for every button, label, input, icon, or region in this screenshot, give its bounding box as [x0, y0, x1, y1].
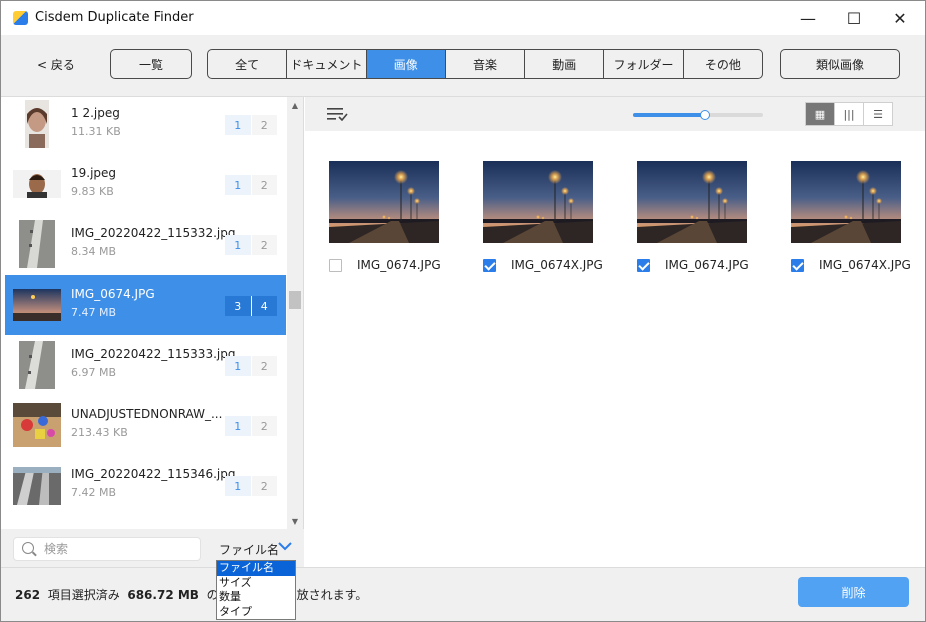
status-bar: 262 項目選択済み 686.72 MB のスト放されます。 削除 — [1, 567, 925, 621]
scroll-down-arrow-icon[interactable]: ▼ — [287, 513, 303, 529]
preview-pane: ▦ ||| ☰ IMG_0674.JPG IMG_0674X.JPG IMG_0… — [305, 97, 925, 567]
view-mode-switch: ▦ ||| ☰ — [805, 102, 893, 126]
search-input[interactable] — [44, 541, 194, 557]
tab-documents[interactable]: ドキュメント — [287, 50, 367, 78]
zoom-slider-fill — [633, 113, 705, 117]
preview-card[interactable]: IMG_0674X.JPG — [483, 161, 623, 281]
thumbnail-image — [13, 289, 61, 321]
file-size: 6.97 MB — [71, 366, 117, 379]
duplicate-count-badge: 12 — [225, 175, 277, 195]
preview-file-name: IMG_0674X.JPG — [511, 258, 603, 272]
tab-all[interactable]: 全て — [208, 50, 288, 78]
filmstrip-view-button[interactable]: ||| — [835, 103, 864, 125]
file-name: UNADJUSTEDNONRAW_... — [71, 407, 223, 421]
thumbnail-image — [19, 341, 55, 389]
duplicate-count-badge: 12 — [225, 115, 277, 135]
preview-image — [791, 161, 901, 243]
preview-card[interactable]: IMG_0674.JPG — [637, 161, 777, 281]
preview-card[interactable]: IMG_0674.JPG — [329, 161, 469, 281]
tab-others[interactable]: その他 — [684, 50, 762, 78]
preview-file-name: IMG_0674.JPG — [665, 258, 749, 272]
sort-selected-value: ファイル名 — [219, 543, 280, 557]
search-box[interactable] — [13, 537, 201, 561]
sort-select[interactable]: ファイル名 — [216, 539, 296, 559]
sort-dropdown-menu: ファイル名 サイズ 数量 タイプ — [216, 560, 296, 620]
preview-card[interactable]: IMG_0674X.JPG — [791, 161, 926, 281]
select-checkbox[interactable] — [483, 259, 496, 272]
preview-image — [483, 161, 593, 243]
list-view-button[interactable]: ☰ — [864, 103, 892, 125]
preview-file-name: IMG_0674X.JPG — [819, 258, 911, 272]
tab-images[interactable]: 画像 — [366, 50, 446, 78]
file-size: 213.43 KB — [71, 426, 128, 439]
list-item[interactable]: IMG_20220422_115333.jpg 6.97 MB 12 — [5, 335, 286, 395]
window-title: Cisdem Duplicate Finder — [35, 10, 194, 25]
file-size: 7.47 MB — [71, 306, 117, 319]
tab-folders[interactable]: フォルダー — [604, 50, 684, 78]
zoom-slider[interactable] — [633, 110, 763, 120]
list-item[interactable]: 19.jpeg 9.83 KB 12 — [5, 154, 286, 214]
duplicate-count-badge: 12 — [225, 235, 277, 255]
duplicate-count-badge: 12 — [225, 356, 277, 376]
file-name: IMG_20220422_115332.jpg — [71, 226, 236, 240]
list-item[interactable]: 1 2.jpeg 11.31 KB 12 — [5, 94, 286, 154]
search-icon — [22, 542, 34, 554]
thumbnail-image — [19, 220, 55, 268]
file-list: 1 2.jpeg 11.31 KB 12 19.jpeg 9.83 KB 12 … — [1, 97, 304, 529]
thumbnail-image — [13, 403, 61, 447]
scroll-up-arrow-icon[interactable]: ▲ — [287, 97, 303, 113]
list-item[interactable]: IMG_20220422_115332.jpg 8.34 MB 12 — [5, 214, 286, 274]
zoom-slider-knob[interactable] — [700, 110, 710, 120]
title-bar: Cisdem Duplicate Finder — ☐ ✕ — [1, 1, 925, 35]
selection-summary: 262 項目選択済み 686.72 MB のスト放されます。 — [15, 588, 368, 602]
preview-file-name: IMG_0674.JPG — [357, 258, 441, 272]
thumbnail-image — [13, 170, 61, 198]
duplicate-count-badge: 34 — [225, 296, 277, 316]
chevron-down-icon — [278, 542, 292, 551]
grid-view-button[interactable]: ▦ — [806, 103, 835, 125]
tab-music[interactable]: 音楽 — [446, 50, 526, 78]
file-name: IMG_0674.JPG — [71, 287, 155, 301]
category-tabs: 全て ドキュメント 画像 音楽 動画 フォルダー その他 — [207, 49, 763, 79]
select-checkbox[interactable] — [791, 259, 804, 272]
scrollbar-thumb[interactable] — [289, 291, 301, 309]
file-name: 19.jpeg — [71, 166, 117, 180]
select-checkbox[interactable] — [329, 259, 342, 272]
preview-image — [329, 161, 439, 243]
file-size: 11.31 KB — [71, 125, 121, 138]
thumbnail-image — [13, 467, 61, 505]
thumbnail-image — [25, 100, 49, 148]
sort-option-type[interactable]: タイプ — [217, 605, 295, 620]
list-item[interactable]: UNADJUSTEDNONRAW_... 213.43 KB 12 — [5, 395, 286, 455]
file-name: 1 2.jpeg — [71, 106, 120, 120]
file-size: 9.83 KB — [71, 185, 114, 198]
app-window: Cisdem Duplicate Finder — ☐ ✕ < 戻る 一覧 全て… — [0, 0, 926, 622]
duplicate-count-badge: 12 — [225, 416, 277, 436]
sort-option-count[interactable]: 数量 — [217, 590, 295, 605]
file-name: IMG_20220422_115333.jpg — [71, 347, 236, 361]
tab-videos[interactable]: 動画 — [525, 50, 605, 78]
preview-toolbar: ▦ ||| ☰ — [305, 97, 925, 131]
minimize-button[interactable]: — — [785, 1, 831, 35]
preview-image — [637, 161, 747, 243]
list-item[interactable]: IMG_20220422_115346.jpg 7.42 MB 12 — [5, 455, 286, 515]
duplicate-count-badge: 12 — [225, 476, 277, 496]
file-size: 8.34 MB — [71, 245, 117, 258]
select-checkbox[interactable] — [637, 259, 650, 272]
back-button[interactable]: < 戻る — [37, 56, 75, 73]
file-name: IMG_20220422_115346.jpg — [71, 467, 236, 481]
similar-images-button[interactable]: 類似画像 — [780, 49, 900, 79]
delete-button[interactable]: 削除 — [798, 577, 909, 607]
list-item-selected[interactable]: IMG_0674.JPG 7.47 MB 34 — [5, 275, 286, 335]
file-list-scrollbar[interactable]: ▲ ▼ — [287, 97, 303, 529]
app-logo-icon — [13, 11, 28, 25]
file-size: 7.42 MB — [71, 486, 117, 499]
maximize-button[interactable]: ☐ — [831, 1, 877, 35]
sort-option-size[interactable]: サイズ — [217, 576, 295, 591]
overview-button[interactable]: 一覧 — [110, 49, 192, 79]
sort-options-icon[interactable] — [327, 107, 349, 121]
sort-option-filename[interactable]: ファイル名 — [217, 561, 295, 576]
toolbar: < 戻る 一覧 全て ドキュメント 画像 音楽 動画 フォルダー その他 類似画… — [1, 35, 925, 97]
close-button[interactable]: ✕ — [877, 1, 923, 35]
